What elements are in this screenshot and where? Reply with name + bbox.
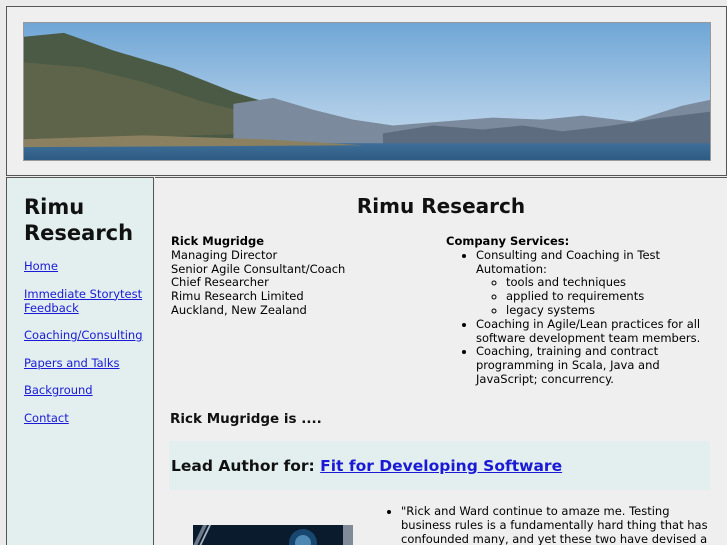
contact-name: Rick Mugridge (171, 234, 265, 248)
services-heading: Company Services: (446, 234, 570, 248)
services-list-item: Coaching in Agile/Lean practices for all… (476, 317, 716, 346)
nav-link-home[interactable]: Home (24, 259, 149, 273)
lead-author-heading: Lead Author for: Fit for Developing Soft… (171, 457, 562, 475)
lead-author-box: Lead Author for: Fit for Developing Soft… (169, 441, 710, 490)
site-title-line2: Research (24, 221, 134, 245)
book-cover-image[interactable] (193, 525, 353, 545)
nav-link-background[interactable]: Background (24, 383, 149, 397)
services-subitem: tools and techniques (506, 276, 716, 290)
contact-block: Rick Mugridge Managing Director Senior A… (171, 234, 346, 318)
services-list: Consulting and Coaching in Test Automati… (446, 247, 716, 387)
banner-image (23, 22, 711, 161)
nav-link-storytest-feedback[interactable]: Immediate Storytest Feedback (24, 287, 149, 315)
services-block: Company Services: Consulting and Coachin… (446, 234, 716, 387)
testimonial-quote: "Rick and Ward continue to amaze me. Tes… (401, 504, 717, 545)
book-title-link[interactable]: Fit for Developing Software (320, 457, 562, 475)
main-content: Rimu Research Rick Mugridge Managing Dir… (155, 177, 727, 545)
header (6, 6, 727, 176)
landscape-photo (24, 23, 710, 160)
lead-author-prefix: Lead Author for: (171, 457, 315, 475)
testimonial-list: "Rick and Ward continue to amaze me. Tes… (387, 504, 717, 545)
sidebar-nav: Home Immediate Storytest Feedback Coachi… (24, 259, 149, 438)
contact-line: Auckland, New Zealand (171, 302, 307, 317)
intro-heading: Rick Mugridge is .... (170, 411, 322, 427)
nav-link-papers-talks[interactable]: Papers and Talks (24, 356, 149, 370)
services-item-label: Consulting and Coaching in Test Automati… (476, 247, 661, 276)
services-subitem: legacy systems (506, 303, 716, 318)
nav-link-contact[interactable]: Contact (24, 411, 149, 425)
page-title: Rimu Research (356, 194, 526, 218)
contact-line: Chief Researcher (171, 275, 269, 290)
testimonial: "Rick and Ward continue to amaze me. Tes… (387, 504, 717, 545)
contact-line: Rimu Research Limited (171, 289, 304, 304)
contact-line: Managing Director (171, 247, 278, 262)
nav-link-coaching-consulting[interactable]: Coaching/Consulting (24, 328, 149, 342)
services-list-item: Coaching, training and contract programm… (476, 344, 716, 386)
site-title: Rimu Research (24, 194, 133, 246)
book-cover-art (193, 525, 353, 545)
sidebar: Rimu Research Home Immediate Storytest F… (6, 177, 154, 545)
contact-line: Senior Agile Consultant/Coach (171, 261, 346, 276)
services-subitem: applied to requirements (506, 289, 716, 304)
services-list-item: Consulting and Coaching in Test Automati… (476, 247, 716, 318)
services-sublist: tools and techniques applied to requirem… (476, 276, 716, 317)
site-title-line1: Rimu (24, 195, 85, 219)
